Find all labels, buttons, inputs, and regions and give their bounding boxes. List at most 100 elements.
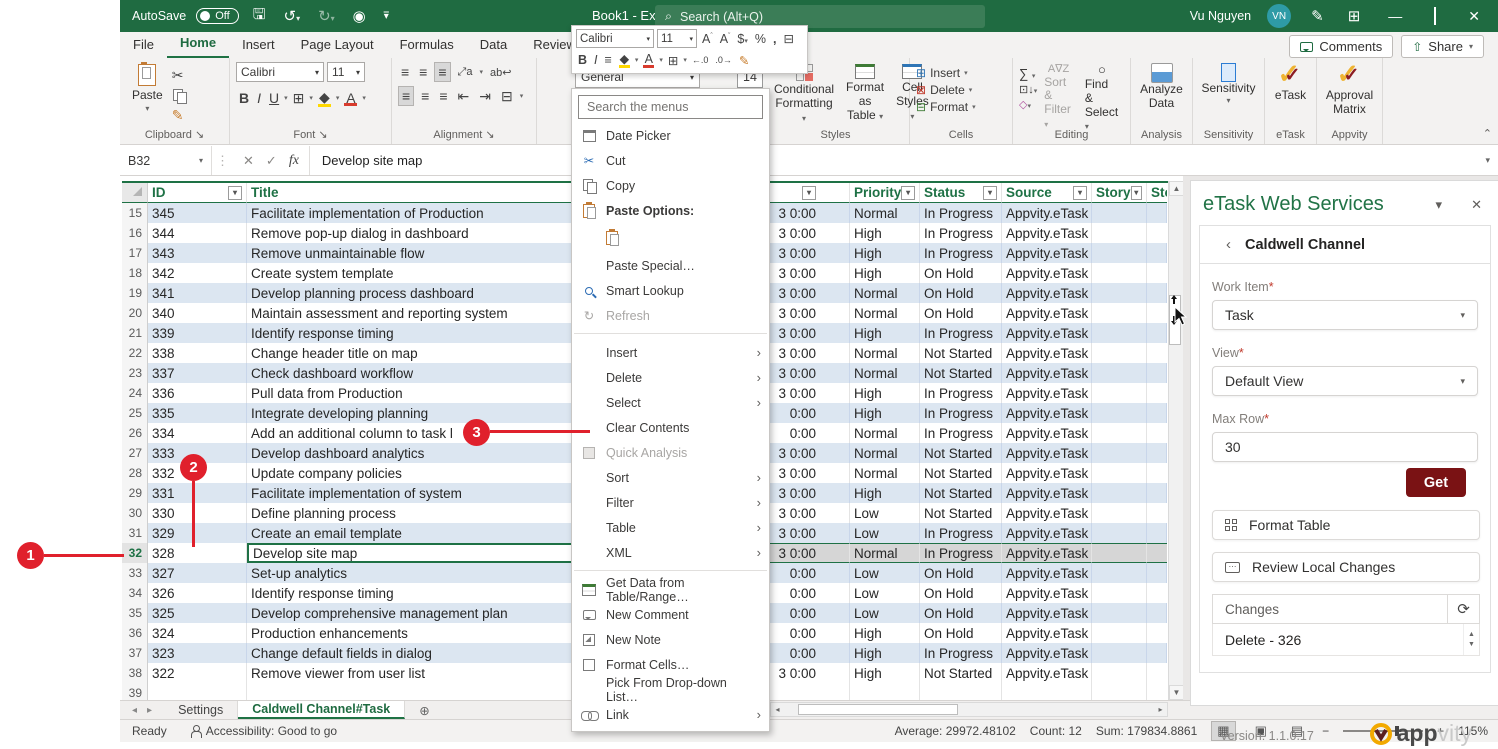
borders-icon[interactable]: ⊞ (290, 89, 308, 108)
row-number[interactable]: 35 (122, 603, 148, 623)
increase-indent-icon[interactable]: ⇥ (476, 87, 494, 106)
mini-borders-icon[interactable]: ⊞ (666, 53, 680, 68)
cell[interactable]: 334 (148, 423, 247, 443)
paste-button[interactable]: Paste▾ (126, 62, 169, 125)
cell[interactable]: Appvity.eTask (1002, 203, 1092, 223)
cell[interactable] (1092, 663, 1147, 683)
scroll-down-icon[interactable]: ▼ (1169, 685, 1184, 700)
row-number[interactable]: 22 (122, 343, 148, 363)
close-button[interactable]: ✕ (1460, 8, 1488, 25)
menu-item-new-comment[interactable]: New Comment (572, 602, 769, 627)
row-number[interactable]: 33 (122, 563, 148, 583)
ribbon-tab-formulas[interactable]: Formulas (387, 33, 467, 58)
cell[interactable]: Low (850, 523, 920, 543)
menu-item-delete[interactable]: Delete› (572, 365, 769, 390)
cell[interactable]: In Progress (920, 423, 1002, 443)
cell[interactable]: 326 (148, 583, 247, 603)
mini-format-painter-icon[interactable]: ✎ (737, 53, 751, 68)
new-sheet-icon[interactable]: ⊕ (405, 701, 443, 719)
cell[interactable]: Not Started (920, 663, 1002, 683)
cell[interactable]: High (850, 263, 920, 283)
zoom-out-icon[interactable]: − (1322, 724, 1329, 738)
back-chevron-icon[interactable]: ‹ (1226, 236, 1231, 253)
cell[interactable]: Appvity.eTask (1002, 263, 1092, 283)
cell[interactable]: Appvity.eTask (1002, 543, 1092, 563)
row-number[interactable]: 19 (122, 283, 148, 303)
insert-cells-button[interactable]: ⊞Insert▾ (916, 66, 1006, 80)
cell[interactable] (1147, 203, 1167, 223)
filter-dropdown-icon[interactable]: ▾ (983, 186, 997, 200)
cell[interactable]: Appvity.eTask (1002, 443, 1092, 463)
row-number[interactable]: 15 (122, 203, 148, 223)
cell[interactable] (1092, 503, 1147, 523)
format-as-table-button[interactable]: Format asTable ▾ (840, 62, 890, 126)
cell[interactable] (1092, 643, 1147, 663)
channel-header[interactable]: ‹Caldwell Channel (1200, 226, 1490, 264)
cell[interactable]: High (850, 383, 920, 403)
cell[interactable]: Appvity.eTask (1002, 643, 1092, 663)
cell[interactable]: On Hold (920, 303, 1002, 323)
etask-button[interactable]: ✓✓ eTask (1271, 62, 1310, 104)
menu-item-link[interactable]: Link› (572, 702, 769, 727)
cell[interactable]: Low (850, 563, 920, 583)
pane-dropdown-icon[interactable]: ▾ (1435, 197, 1442, 213)
merge-center-icon[interactable]: ⊟ (498, 87, 516, 106)
cell[interactable]: Not Started (920, 343, 1002, 363)
fill-icon[interactable]: ⊡↓▾ (1019, 83, 1037, 96)
cell[interactable]: 339 (148, 323, 247, 343)
cell[interactable]: 342 (148, 263, 247, 283)
menu-item-sort[interactable]: Sort› (572, 465, 769, 490)
menu-item-xml[interactable]: XML› (572, 540, 769, 565)
shrink-font-icon[interactable]: Aˇ (718, 32, 733, 46)
percent-format-icon[interactable]: % (753, 32, 768, 46)
undo-icon[interactable]: ↺▾ (279, 7, 304, 25)
cell[interactable] (1092, 283, 1147, 303)
cell[interactable] (1092, 483, 1147, 503)
cell[interactable]: 336 (148, 383, 247, 403)
cell[interactable]: 340 (148, 303, 247, 323)
max-row-input[interactable]: 30 (1212, 432, 1478, 462)
cell[interactable]: In Progress (920, 543, 1002, 563)
mini-font-name-combo[interactable]: Calibri▾ (576, 29, 654, 48)
format-painter-icon[interactable]: ✎ (169, 106, 187, 125)
cell[interactable]: Normal (850, 463, 920, 483)
mini-font-size-combo[interactable]: 11▾ (657, 29, 697, 48)
hscroll-thumb[interactable] (798, 704, 958, 715)
cell[interactable] (1092, 603, 1147, 623)
cell[interactable] (1147, 643, 1167, 663)
menu-item-smart-lookup[interactable]: Smart Lookup (572, 278, 769, 303)
cell[interactable] (1092, 303, 1147, 323)
mini-align-icon[interactable]: ≡ (603, 53, 614, 67)
orientation-icon[interactable]: ⤢a (455, 65, 476, 80)
menu-item-paste-special[interactable]: Paste Special… (572, 253, 769, 278)
autosum-icon[interactable]: ∑ ▾ (1019, 66, 1037, 81)
accessibility-status[interactable]: Accessibility: Good to go (206, 724, 337, 738)
cell[interactable]: In Progress (920, 383, 1002, 403)
menu-item-clear-contents[interactable]: Clear Contents (572, 415, 769, 440)
menu-item-format-cells[interactable]: Format Cells… (572, 652, 769, 677)
cell[interactable] (1147, 563, 1167, 583)
hscroll-right-icon[interactable]: ▸ (1154, 705, 1167, 714)
cell[interactable] (1147, 523, 1167, 543)
wrap-text-icon[interactable]: ab↩ (487, 65, 514, 80)
ribbon-tab-data[interactable]: Data (467, 33, 520, 58)
user-name[interactable]: Vu Nguyen (1190, 9, 1251, 23)
approval-matrix-button[interactable]: ✓✓ ApprovalMatrix (1323, 62, 1376, 118)
row-number[interactable]: 27 (122, 443, 148, 463)
cell[interactable]: Appvity.eTask (1002, 363, 1092, 383)
cell[interactable] (1147, 343, 1167, 363)
cell[interactable] (1147, 603, 1167, 623)
paste-option-button[interactable] (572, 223, 769, 253)
menu-item-insert[interactable]: Insert› (572, 340, 769, 365)
cell[interactable]: 322 (148, 663, 247, 683)
menu-item-paste-options[interactable]: Paste Options: (572, 198, 769, 223)
cell[interactable]: Normal (850, 443, 920, 463)
cell[interactable] (1092, 243, 1147, 263)
ribbon-display-options-icon[interactable]: ⊞ (1344, 7, 1365, 25)
row-number[interactable]: 37 (122, 643, 148, 663)
row-number[interactable]: 24 (122, 383, 148, 403)
row-number[interactable]: 23 (122, 363, 148, 383)
review-local-changes-button[interactable]: ⋯ Review Local Changes (1212, 552, 1480, 582)
cell[interactable]: Appvity.eTask (1002, 523, 1092, 543)
cell[interactable]: Normal (850, 283, 920, 303)
